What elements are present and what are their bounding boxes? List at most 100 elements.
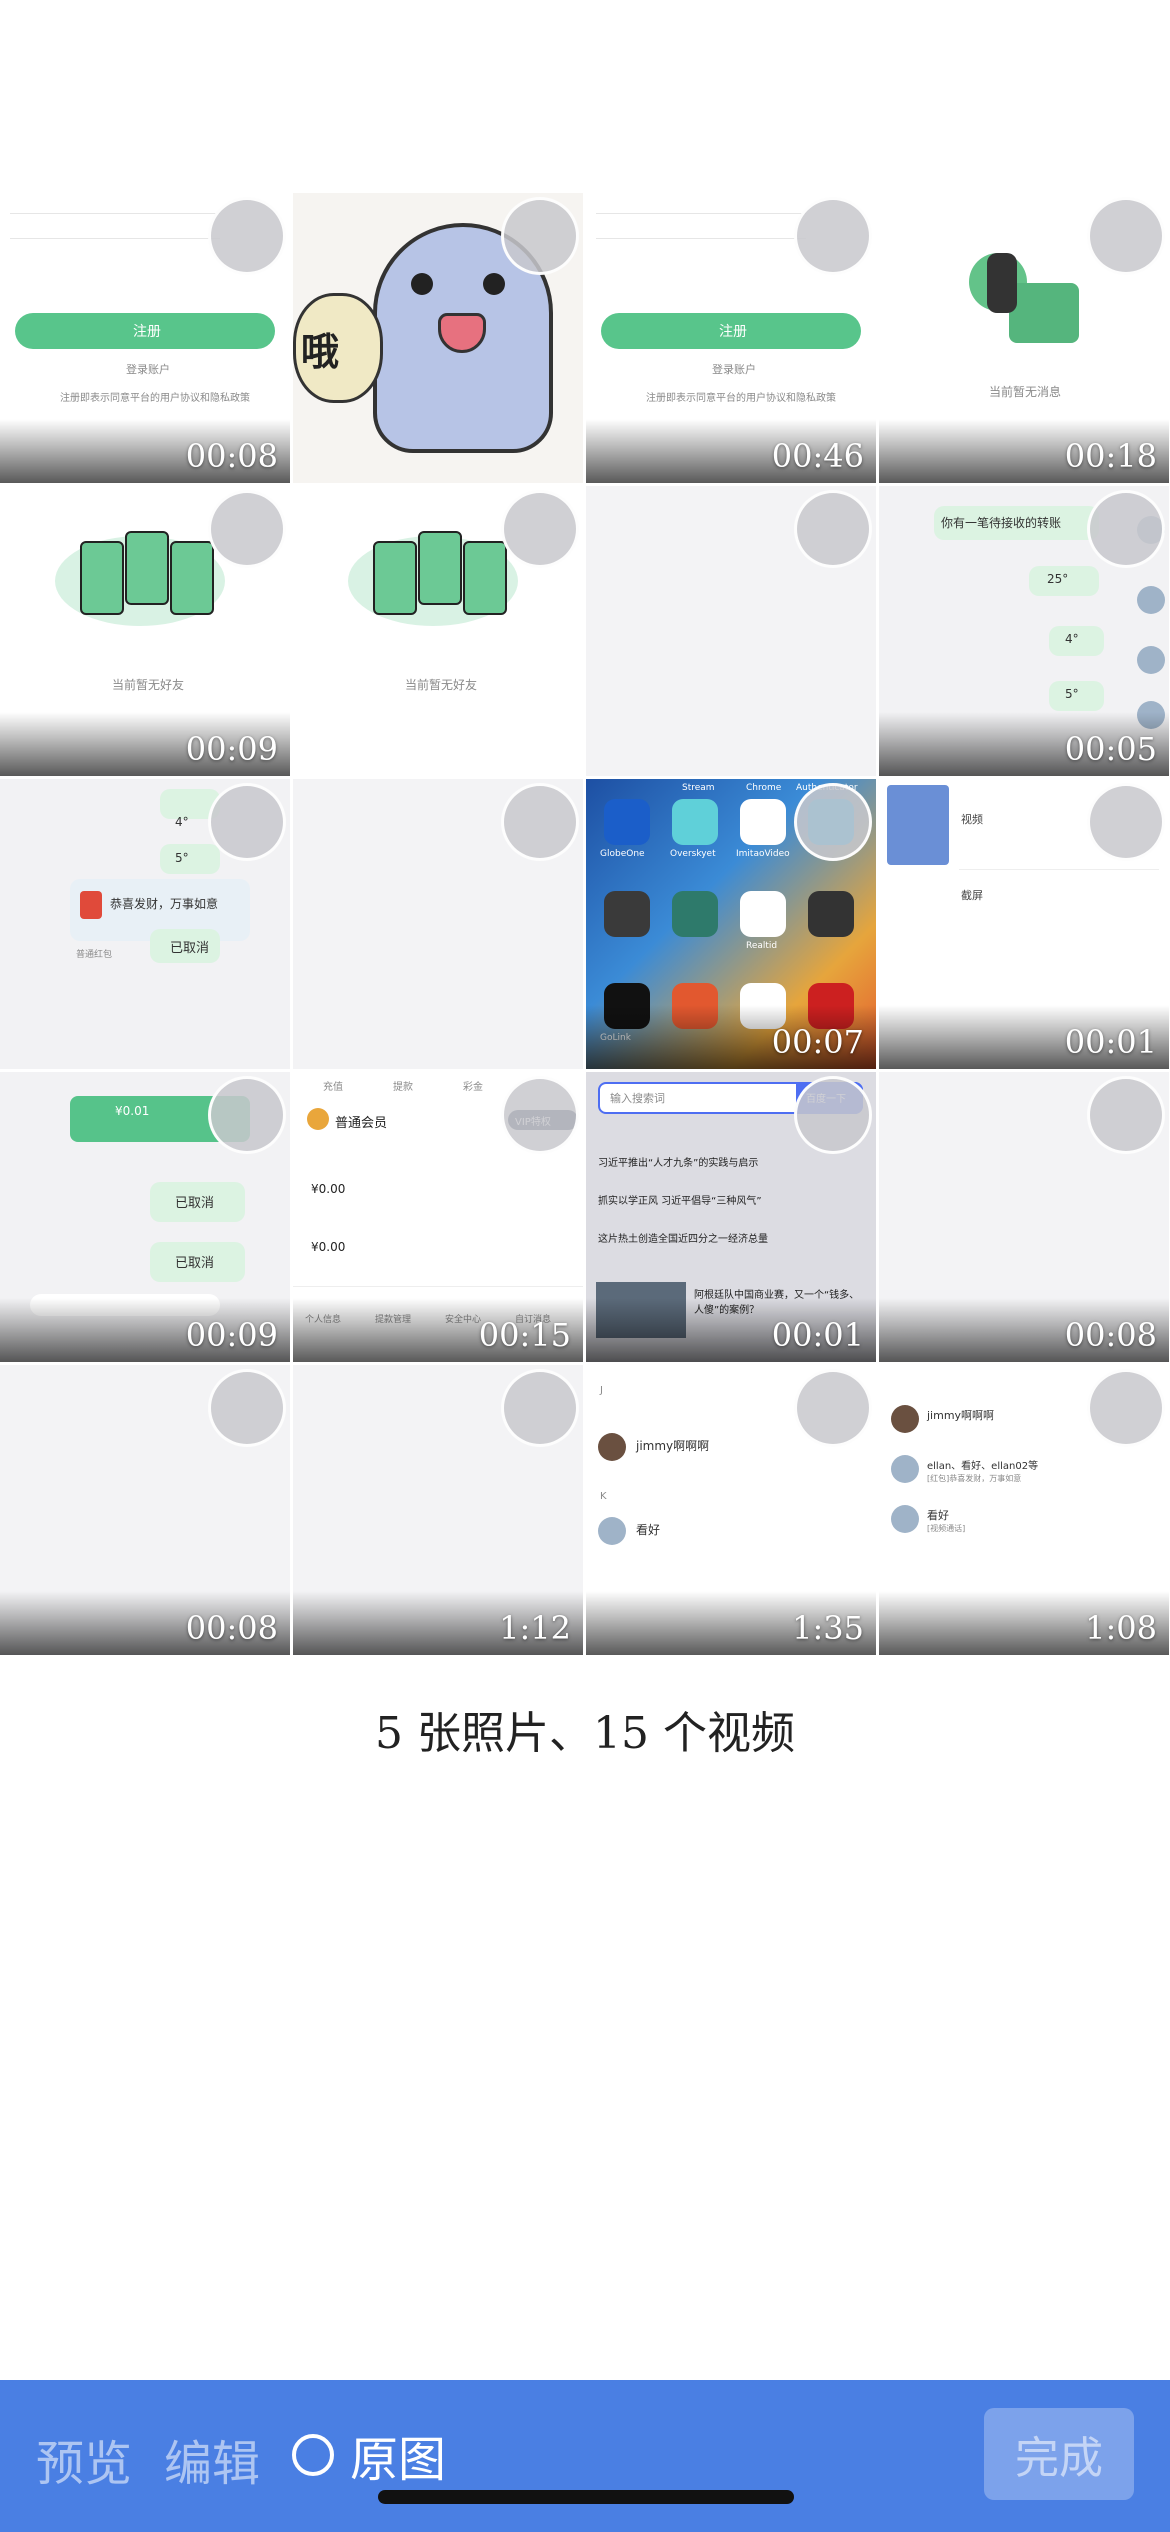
thumb-text: 提款 [393,1082,413,1093]
thumb-text: 抓实以学正风 习近平倡导“三种风气” [598,1196,762,1207]
select-checkbox[interactable] [1087,1369,1165,1447]
media-thumbnail[interactable] [293,779,583,1069]
media-thumbnail[interactable]: ¥0.01 已取消 已取消 00:09 [0,1072,290,1362]
media-thumbnail[interactable]: Jjimmy啊啊啊 K 看好 1:35 [586,1365,876,1655]
thumb-text: 截屏 [961,889,983,902]
media-thumbnail[interactable]: 00:08 [0,1365,290,1655]
select-checkbox[interactable] [1087,783,1165,861]
thumb-text: 看好 [927,1509,949,1522]
avatar-icon [598,1433,626,1461]
thumb-text: 登录账户 [126,363,170,376]
done-button[interactable]: 完成 [984,2408,1134,2500]
select-checkbox[interactable] [501,490,579,568]
select-checkbox[interactable] [1087,197,1165,275]
select-checkbox[interactable] [208,1076,286,1154]
video-duration: 00:46 [771,437,864,475]
video-duration: 00:15 [478,1316,571,1354]
thumb-text: 5° [1065,687,1079,701]
video-duration: 00:08 [185,1609,278,1647]
media-thumbnail[interactable] [586,486,876,776]
media-count-summary: 5 张照片、15 个视频 [375,1708,795,1759]
video-duration: 00:09 [185,730,278,768]
select-checkbox[interactable] [208,783,286,861]
thumb-text: 哦 [301,330,340,374]
thumb-text: 看好 [636,1523,661,1537]
select-checkbox[interactable] [208,490,286,568]
select-checkbox[interactable] [501,783,579,861]
thumb-text: 习近平推出“人才九条”的实践与启示 [598,1158,759,1169]
thumb-text: jimmy啊啊啊 [636,1439,710,1453]
dolphin-eye [411,273,433,295]
thumb-text: 恭喜发财，万事如意 [110,897,219,911]
input-line [596,213,806,214]
media-thumbnail[interactable]: 当前暂无好友 00:09 [0,486,290,776]
video-duration: 00:18 [1064,437,1157,475]
video-duration: 00:05 [1064,730,1157,768]
avatar-icon [598,1517,626,1545]
divider [959,869,1159,870]
media-thumbnail[interactable]: 注册 登录账户 注册即表示同意平台的用户协议和隐私政策 00:46 [586,193,876,483]
select-checkbox[interactable] [794,197,872,275]
bottom-toolbar: 预览 编辑 原图 完成 [0,2380,1170,2532]
thumb-text: 5° [175,851,189,865]
media-thumbnail[interactable]: 当前暂无好友 [293,486,583,776]
thumb-text: 注册即表示同意平台的用户协议和隐私政策 [60,393,250,404]
original-toggle[interactable]: 原图 [292,2420,446,2490]
select-checkbox[interactable] [501,197,579,275]
thumb-text: 登录账户 [712,363,756,376]
select-checkbox[interactable] [1087,490,1165,568]
media-thumbnail[interactable]: 4° 5° 恭喜发财，万事如意 普通红包 已取消 [0,779,290,1069]
original-label: 原图 [350,2432,447,2488]
media-thumbnail[interactable]: 视频 截屏 00:01 [879,779,1169,1069]
media-thumbnail[interactable]: 00:08 [879,1072,1169,1362]
media-thumbnail[interactable]: 输入搜索词百度一下习近平推出“人才九条”的实践与启示抓实以学正风 习近平倡导“三… [586,1072,876,1362]
avatar-icon [1137,586,1165,614]
app-icon [740,891,786,937]
thumb-text: 已取消 [175,1196,215,1211]
select-checkbox[interactable] [794,1369,872,1447]
preview-button[interactable]: 预览 [36,2424,132,2494]
select-checkbox[interactable] [1087,1076,1165,1154]
select-checkbox[interactable] [501,1369,579,1447]
divider [293,1286,583,1287]
thumb-text: 充值 [323,1082,343,1093]
select-checkbox[interactable] [794,1076,872,1154]
input-line [10,213,220,214]
media-thumbnail[interactable]: 1:12 [293,1365,583,1655]
thumb-text: 已取消 [175,1256,215,1271]
thumb-text: 视频 [961,813,983,826]
select-checkbox[interactable] [208,197,286,275]
avatar-icon [891,1455,919,1483]
home-indicator [378,2490,794,2504]
thumb-text: 注册即表示同意平台的用户协议和隐私政策 [646,393,836,404]
avatar-icon [891,1405,919,1433]
avatar-icon [1137,646,1165,674]
thumb-text: 普通会员 [335,1116,388,1131]
select-checkbox[interactable] [794,490,872,568]
thumb-text: Overskyet [670,849,716,859]
select-checkbox[interactable] [794,783,872,861]
media-thumbnail[interactable]: 当前暂无消息 00:18 [879,193,1169,483]
phone-card [125,531,169,605]
media-thumbnail[interactable]: 你有一笔待接收的转账 25° 4° 5° 00:05 [879,486,1169,776]
select-checkbox[interactable] [208,1369,286,1447]
thumb-text: 25° [1047,572,1069,586]
media-thumbnail[interactable]: jimmy啊啊啊 ellan、看好、ellan02等 [红包]恭喜发财，万事如意 看好… [879,1365,1169,1655]
video-duration: 00:08 [1064,1316,1157,1354]
media-thumbnail[interactable]: 充值提款彩金普通会员VIP特权¥0.00¥0.00个人信息提款管理安全中心自订消… [293,1072,583,1362]
thumb-text: 当前暂无消息 [989,385,1062,399]
thumb-text: GlobeOne [600,849,645,859]
thumb-text: J [600,1385,603,1396]
select-checkbox[interactable] [501,1076,579,1154]
media-thumbnail[interactable]: 哦 [293,193,583,483]
chat-card [1009,283,1079,343]
radio-circle-icon[interactable] [292,2434,334,2476]
person-figure [987,253,1017,313]
thumb-text: 注册 [133,324,161,340]
thumb-text: K [600,1491,607,1502]
media-thumbnail[interactable]: GlobeOne Overskyet ImitaoVideo Chrome Stream… [586,779,876,1069]
thumb-text: 彩金 [463,1082,483,1093]
thumb-text: ellan、看好、ellan02等 [927,1461,1039,1472]
edit-button[interactable]: 编辑 [164,2424,260,2494]
media-thumbnail[interactable]: 注册 登录账户 注册即表示同意平台的用户协议和隐私政策 00:08 [0,193,290,483]
